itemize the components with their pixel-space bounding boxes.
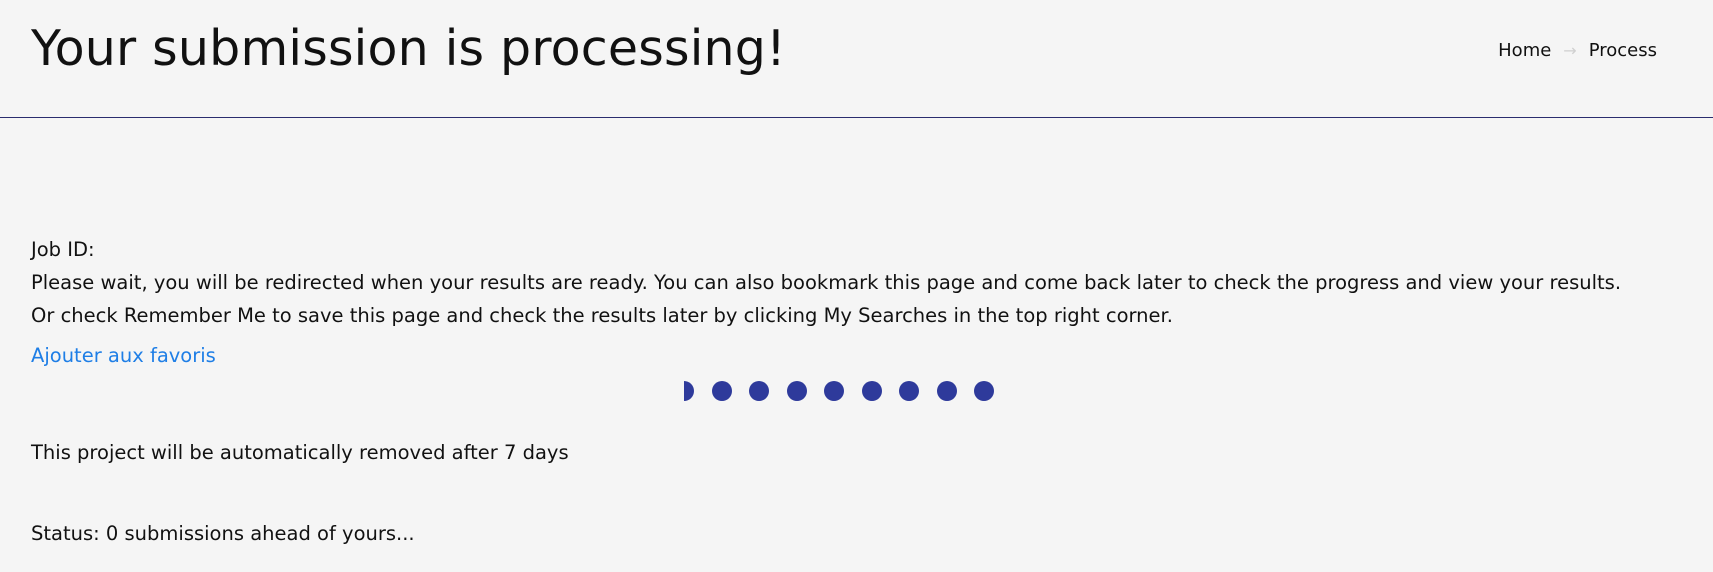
- status-text: Status: 0 submissions ahead of yours...: [31, 522, 415, 545]
- arrow-right-icon: →: [1563, 41, 1577, 60]
- job-id-label: Job ID:: [31, 238, 95, 261]
- loader-dot: [861, 381, 882, 401]
- page-header: Your submission is processing! Home → Pr…: [0, 0, 1713, 118]
- remember-message: Or check Remember Me to save this page a…: [31, 304, 1173, 327]
- loader-dot: [824, 381, 844, 401]
- loader-dot: [974, 381, 994, 401]
- loader-dot: [786, 381, 807, 401]
- loader-dot: [711, 381, 732, 401]
- expiry-note: This project will be automatically remov…: [31, 441, 569, 464]
- loader-dot: [749, 381, 769, 401]
- breadcrumb-home-link[interactable]: Home: [1498, 40, 1551, 61]
- loading-dots-icon: [684, 381, 996, 401]
- loader-dot: [936, 381, 957, 401]
- breadcrumb-current: Process: [1588, 40, 1657, 61]
- loader-dot: [899, 381, 919, 401]
- loader-dot: [684, 381, 694, 401]
- page-title: Your submission is processing!: [31, 20, 786, 77]
- main-content: Job ID: Please wait, you will be redirec…: [31, 233, 1691, 370]
- wait-message: Please wait, you will be redirected when…: [31, 271, 1622, 294]
- bookmark-link[interactable]: Ajouter aux favoris: [31, 342, 216, 370]
- breadcrumb: Home → Process: [1498, 40, 1657, 61]
